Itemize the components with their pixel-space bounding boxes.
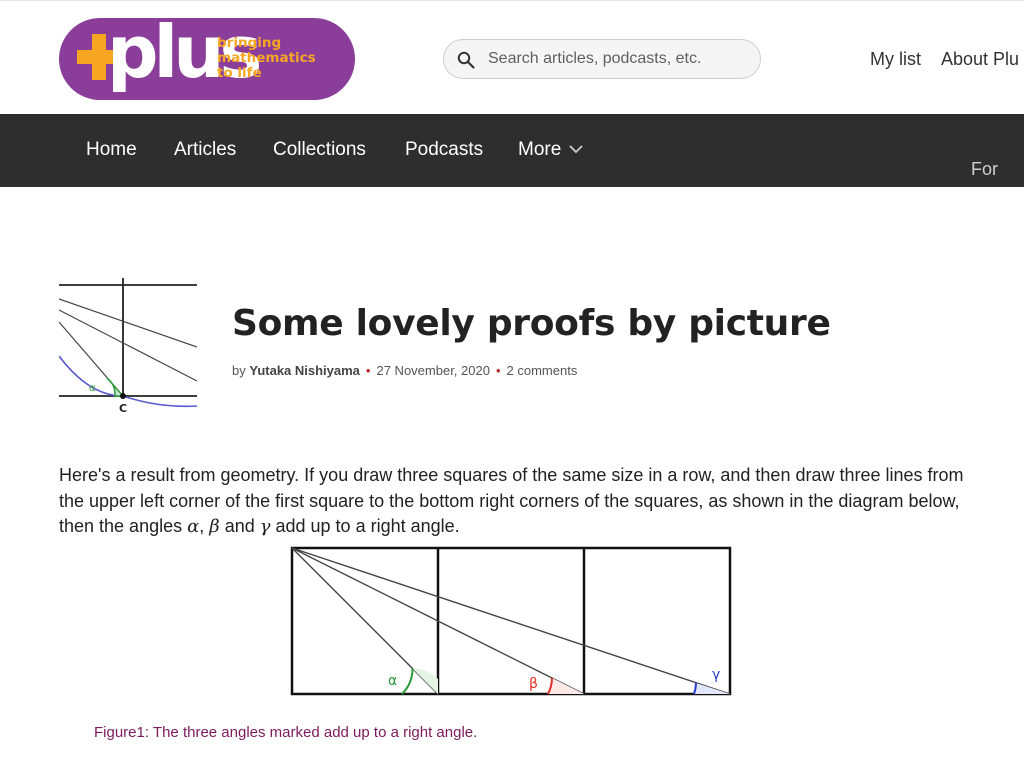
- intro-beta: β: [209, 516, 220, 537]
- article-thumbnail[interactable]: α C: [59, 278, 197, 414]
- article-byline: by Yutaka Nishiyama • 27 November, 2020 • 2 …: [232, 363, 577, 378]
- nav-item-podcasts[interactable]: Podcasts: [405, 139, 483, 161]
- search-input[interactable]: [488, 48, 748, 70]
- logo-tagline: bringing mathematics to life: [217, 36, 316, 81]
- byline-by: by: [232, 363, 246, 378]
- about-link[interactable]: About Plu: [941, 49, 1019, 70]
- gamma-angle-fill: [694, 683, 730, 694]
- publish-date: 27 November, 2020: [376, 363, 490, 378]
- intro-and: and: [219, 516, 260, 536]
- nav-item-collections[interactable]: Collections: [273, 139, 366, 161]
- byline-separator: •: [495, 363, 501, 378]
- tagline-line-3: to life: [217, 65, 262, 81]
- nav-item-more-label: More: [518, 139, 562, 160]
- three-squares-figure: α β γ: [290, 546, 732, 696]
- search-box[interactable]: [443, 39, 761, 79]
- alpha-angle-arc: [401, 668, 414, 695]
- nav-item-more[interactable]: More: [518, 139, 583, 161]
- alpha-angle-fill: [412, 668, 438, 694]
- alpha-label: α: [388, 673, 397, 689]
- nav-item-articles[interactable]: Articles: [174, 139, 236, 161]
- intro-alpha: α: [187, 516, 200, 537]
- intro-text-2: add up to a right angle.: [270, 516, 460, 536]
- thumbnail-angle-label: α: [89, 383, 96, 394]
- nav-item-home[interactable]: Home: [86, 139, 137, 161]
- search-icon[interactable]: [457, 51, 475, 69]
- tagline-line-2: mathematics: [217, 50, 316, 66]
- figure-caption: Figure1: The three angles marked add up …: [94, 724, 478, 741]
- chevron-down-icon: [569, 145, 583, 154]
- diagonal-line-3: [291, 547, 731, 695]
- tagline-line-1: bringing: [217, 35, 282, 51]
- main-nav: Home Articles Collections Podcasts More …: [0, 114, 1024, 187]
- beta-label: β: [529, 676, 538, 692]
- nav-overflow-text: For: [971, 159, 998, 179]
- article-intro: Here's a result from geometry. If you dr…: [59, 463, 964, 540]
- intro-comma: ,: [199, 516, 210, 536]
- byline-separator: •: [365, 363, 371, 378]
- site-header: plus bringing mathematics to life My lis…: [0, 0, 1024, 114]
- intro-gamma: γ: [259, 516, 271, 537]
- author-link[interactable]: Yutaka Nishiyama: [249, 363, 360, 378]
- plus-logo[interactable]: plus bringing mathematics to life: [59, 18, 355, 100]
- thumbnail-point-label: C: [119, 402, 127, 414]
- article-title: Some lovely proofs by picture: [232, 303, 831, 344]
- comments-link[interactable]: 2 comments: [507, 363, 578, 378]
- beta-angle-fill: [548, 678, 584, 694]
- my-list-link[interactable]: My list: [870, 49, 921, 70]
- gamma-label: γ: [712, 667, 720, 683]
